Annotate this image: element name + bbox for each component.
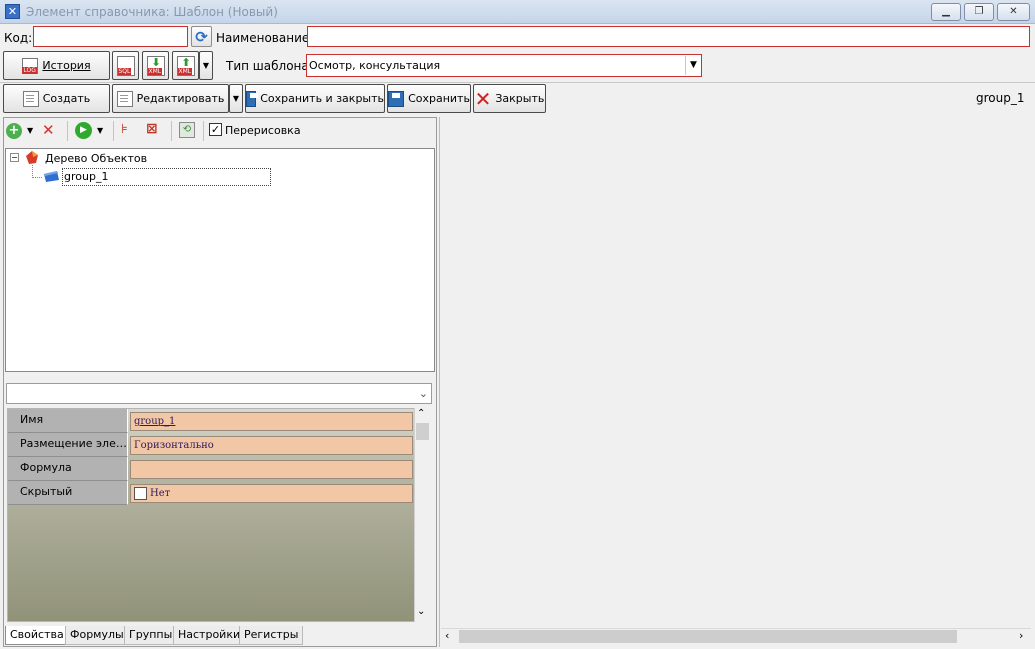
divider xyxy=(171,121,172,141)
close-icon: ✕ xyxy=(1009,6,1018,17)
property-name: Скрытый xyxy=(8,481,128,505)
history-label: История xyxy=(42,59,91,72)
current-item-label: group_1 xyxy=(976,91,1025,105)
scroll-down-icon[interactable]: ⌄ xyxy=(417,606,425,617)
property-value-name[interactable]: group_1 xyxy=(130,412,413,431)
run-dropdown-icon[interactable]: ▼ xyxy=(97,126,103,135)
property-name: Размещение элеме... xyxy=(8,433,128,457)
divider xyxy=(67,121,68,141)
property-value-placement[interactable]: Горизонтально xyxy=(130,436,413,455)
save-close-icon xyxy=(246,90,259,107)
save-button[interactable]: Сохранить xyxy=(387,84,471,113)
restore-button[interactable]: ❐ xyxy=(964,3,994,21)
export-sql-button[interactable]: SQL xyxy=(112,51,139,80)
window-title: Элемент справочника: Шаблон (Новый) xyxy=(26,5,278,19)
minimize-icon: ▁ xyxy=(942,6,950,17)
template-type-select[interactable]: Осмотр, консультация ▼ xyxy=(306,54,702,77)
log-icon: LOG xyxy=(22,57,39,74)
scroll-right-icon[interactable]: › xyxy=(1019,629,1023,642)
tree-root-icon xyxy=(24,150,40,165)
tab-settings[interactable]: Настройки xyxy=(173,626,246,645)
name-input[interactable] xyxy=(307,26,1030,47)
collapse-toggle-icon[interactable]: − xyxy=(10,153,19,162)
delete-icon[interactable]: ✕ xyxy=(42,121,55,139)
hidden-checkbox[interactable] xyxy=(134,487,147,500)
divider xyxy=(113,121,114,141)
code-label: Код: xyxy=(4,31,33,45)
redraw-checkbox[interactable]: ✓ xyxy=(209,123,222,136)
close-button[interactable]: ✕ Закрыть xyxy=(473,84,546,113)
clear-filter-icon[interactable]: ⊠ xyxy=(146,121,158,137)
scroll-up-icon[interactable]: ⌃ xyxy=(417,408,425,419)
edit-label: Редактировать xyxy=(136,92,225,105)
edit-button[interactable]: Редактировать xyxy=(112,84,229,113)
template-type-value: Осмотр, консультация xyxy=(309,59,441,72)
history-button[interactable]: LOG История xyxy=(3,51,110,80)
create-button[interactable]: Создать xyxy=(3,84,110,113)
tree-line xyxy=(32,177,42,178)
tab-formulas[interactable]: Формулы xyxy=(65,626,129,645)
property-object-select[interactable]: ⌄ xyxy=(6,383,432,404)
divider xyxy=(203,121,204,141)
filter-icon[interactable]: ⊧ xyxy=(121,122,128,137)
new-document-icon xyxy=(22,90,39,107)
xml-upload-icon: ⬆ XML xyxy=(176,55,195,76)
close-window-button[interactable]: ✕ xyxy=(997,3,1030,21)
refresh-code-button[interactable]: ⟳ xyxy=(191,26,212,47)
group-icon xyxy=(43,170,60,183)
code-input[interactable] xyxy=(33,26,188,47)
hidden-value-text: Нет xyxy=(150,487,171,499)
name-label: Наименование: xyxy=(216,31,314,45)
tree-root-label[interactable]: Дерево Объектов xyxy=(45,152,147,165)
property-grid-scrollbar[interactable] xyxy=(414,408,430,622)
dropdown-arrow-icon: ▼ xyxy=(202,61,210,70)
xml-download-icon: ⬇ XML xyxy=(146,55,165,76)
run-icon[interactable]: ▶ xyxy=(75,122,92,139)
tab-registers[interactable]: Регистры xyxy=(239,626,304,645)
chevron-down-icon: ▼ xyxy=(685,56,701,75)
horizontal-scrollbar-thumb[interactable] xyxy=(459,630,957,643)
add-dropdown-icon[interactable]: ▼ xyxy=(27,126,33,135)
preview-panel xyxy=(439,117,1033,647)
import-xml-button[interactable]: ⬇ XML xyxy=(142,51,169,80)
app-icon: ✕ xyxy=(5,4,20,19)
template-type-label: Тип шаблона: xyxy=(226,59,313,73)
chevron-down-icon: ⌄ xyxy=(418,387,428,400)
xml-badge-2: XML xyxy=(177,67,193,75)
close-x-icon: ✕ xyxy=(474,86,492,111)
save-and-close-button[interactable]: Сохранить и закрыть xyxy=(245,84,385,113)
save-label: Сохранить xyxy=(408,92,470,105)
add-icon[interactable]: + xyxy=(6,123,22,139)
close-label: Закрыть xyxy=(495,92,545,105)
divider xyxy=(0,82,1035,83)
sql-badge: SQL xyxy=(117,67,132,75)
create-label: Создать xyxy=(42,92,91,105)
sql-file-icon: SQL xyxy=(116,55,135,76)
property-value-hidden[interactable]: Нет xyxy=(130,484,413,503)
save-close-label: Сохранить и закрыть xyxy=(260,92,384,105)
property-value-text: group_1 xyxy=(134,416,176,427)
refresh-icon: ⟳ xyxy=(195,27,208,46)
edit-dropdown-button[interactable]: ▼ xyxy=(229,84,243,113)
tree-item-label: group_1 xyxy=(64,170,109,183)
minimize-button[interactable]: ▁ xyxy=(931,3,961,21)
property-value-formula[interactable] xyxy=(130,460,413,479)
export-xml-button[interactable]: ⬆ XML xyxy=(172,51,199,80)
restore-icon: ❐ xyxy=(974,6,984,17)
tab-properties[interactable]: Свойства xyxy=(5,626,69,645)
edit-document-icon xyxy=(116,90,133,107)
redraw-label: Перерисовка xyxy=(225,124,301,137)
tree-item-group-1[interactable]: group_1 xyxy=(62,168,271,186)
export-dropdown-button[interactable]: ▼ xyxy=(199,51,213,80)
save-icon xyxy=(388,90,405,107)
scroll-left-icon[interactable]: ‹ xyxy=(445,629,449,642)
refresh-tree-icon[interactable]: ⟲ xyxy=(179,122,195,138)
scrollbar-thumb[interactable] xyxy=(416,423,429,440)
dropdown-arrow-icon: ▼ xyxy=(232,94,240,103)
property-name: Имя xyxy=(8,409,128,433)
tab-groups[interactable]: Группы xyxy=(124,626,178,645)
property-name: Формула xyxy=(8,457,128,481)
xml-badge: XML xyxy=(147,67,163,75)
